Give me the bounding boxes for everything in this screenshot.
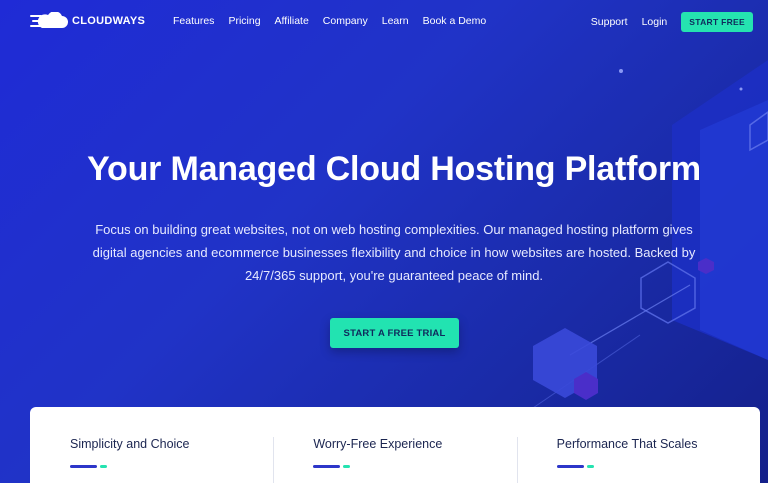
feature-title: Worry-Free Experience	[313, 437, 443, 451]
feature-accent-bar	[556, 465, 760, 468]
feature-card: Performance That Scales	[516, 407, 760, 483]
feature-accent-bar	[313, 465, 516, 468]
brand-name: CLOUDWAYS	[72, 15, 146, 27]
brand-logo[interactable]: CLOUDWAYS	[30, 12, 145, 30]
feature-card: Simplicity and Choice	[30, 407, 273, 483]
nav-actions: Support Login START FREE	[591, 12, 753, 32]
nav-learn[interactable]: Learn	[382, 15, 409, 27]
feature-accent-bar	[70, 465, 273, 468]
top-nav: CLOUDWAYS Features Pricing Affiliate Com…	[0, 0, 768, 44]
nav-features[interactable]: Features	[173, 15, 214, 27]
nav-company[interactable]: Company	[323, 15, 368, 27]
feature-card: Worry-Free Experience	[273, 407, 516, 483]
nav-affiliate[interactable]: Affiliate	[275, 15, 309, 27]
start-free-button[interactable]: START FREE	[681, 12, 753, 32]
nav-book-demo[interactable]: Book a Demo	[423, 15, 487, 27]
nav-pricing[interactable]: Pricing	[228, 15, 260, 27]
main-nav-links: Features Pricing Affiliate Company Learn…	[173, 15, 500, 27]
nav-login[interactable]: Login	[642, 16, 668, 28]
feature-cards: Simplicity and Choice Worry-Free Experie…	[30, 407, 760, 483]
cloud-logo-icon	[30, 12, 68, 28]
start-free-trial-button[interactable]: START A FREE TRIAL	[330, 318, 459, 348]
feature-title: Simplicity and Choice	[70, 437, 190, 451]
hero-title: Your Managed Cloud Hosting Platform	[87, 150, 701, 188]
nav-support[interactable]: Support	[591, 16, 628, 28]
feature-title: Performance That Scales	[556, 437, 698, 451]
hero-subtitle: Focus on building great websites, not on…	[92, 222, 696, 283]
